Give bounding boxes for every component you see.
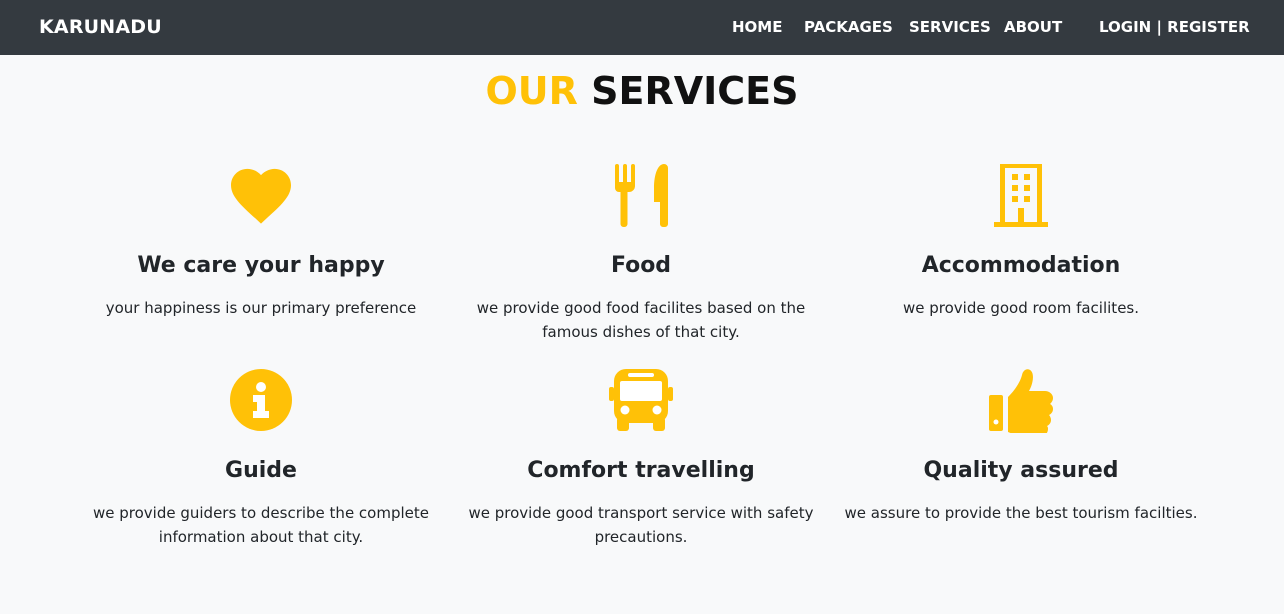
section-title-main: SERVICES xyxy=(591,69,799,113)
nav-home-link[interactable]: HOME xyxy=(732,18,782,36)
service-description: your happiness is our primary preference xyxy=(105,299,417,317)
service-description: we provide good room facilites. xyxy=(902,299,1139,317)
section-title-accent: OUR xyxy=(485,69,578,113)
building-icon xyxy=(841,160,1201,230)
service-title: Food xyxy=(610,253,672,278)
service-title: Guide xyxy=(225,458,297,483)
service-card-care: We care your happy your happiness is our… xyxy=(81,160,441,320)
service-card-travel: Comfort travelling we provide good trans… xyxy=(461,365,821,549)
service-description: we provide good food facilites based on … xyxy=(476,299,806,341)
service-description: we provide good transport service with s… xyxy=(468,504,814,546)
service-card-food: Food we provide good food facilites base… xyxy=(461,160,821,344)
service-title: We care your happy xyxy=(137,253,385,278)
service-card-guide: Guide we provide guiders to describe the… xyxy=(81,365,441,549)
section-title: OUR SERVICES xyxy=(0,69,1284,113)
service-card-quality: Quality assured we assure to provide the… xyxy=(841,365,1201,525)
thumbs-up-icon xyxy=(841,365,1201,435)
nav-login-register-link[interactable]: LOGIN | REGISTER xyxy=(1099,18,1250,36)
utensils-icon xyxy=(461,160,821,230)
nav-menu: HOME PACKAGES SERVICES ABOUT LOGIN | REG… xyxy=(0,18,1284,38)
service-description: we assure to provide the best tourism fa… xyxy=(844,504,1198,522)
nav-packages-link[interactable]: PACKAGES xyxy=(804,18,893,36)
info-icon xyxy=(81,365,441,435)
heart-icon xyxy=(81,160,441,230)
navbar: KARUNADU HOME PACKAGES SERVICES ABOUT LO… xyxy=(0,0,1284,55)
service-title: Comfort travelling xyxy=(527,458,755,483)
service-card-accommodation: Accommodation we provide good room facil… xyxy=(841,160,1201,320)
bus-icon xyxy=(461,365,821,435)
service-description: we provide guiders to describe the compl… xyxy=(93,504,429,546)
nav-about-link[interactable]: ABOUT xyxy=(1004,18,1062,36)
service-title: Quality assured xyxy=(923,458,1119,483)
nav-services-link[interactable]: SERVICES xyxy=(909,18,991,36)
service-title: Accommodation xyxy=(921,253,1121,278)
